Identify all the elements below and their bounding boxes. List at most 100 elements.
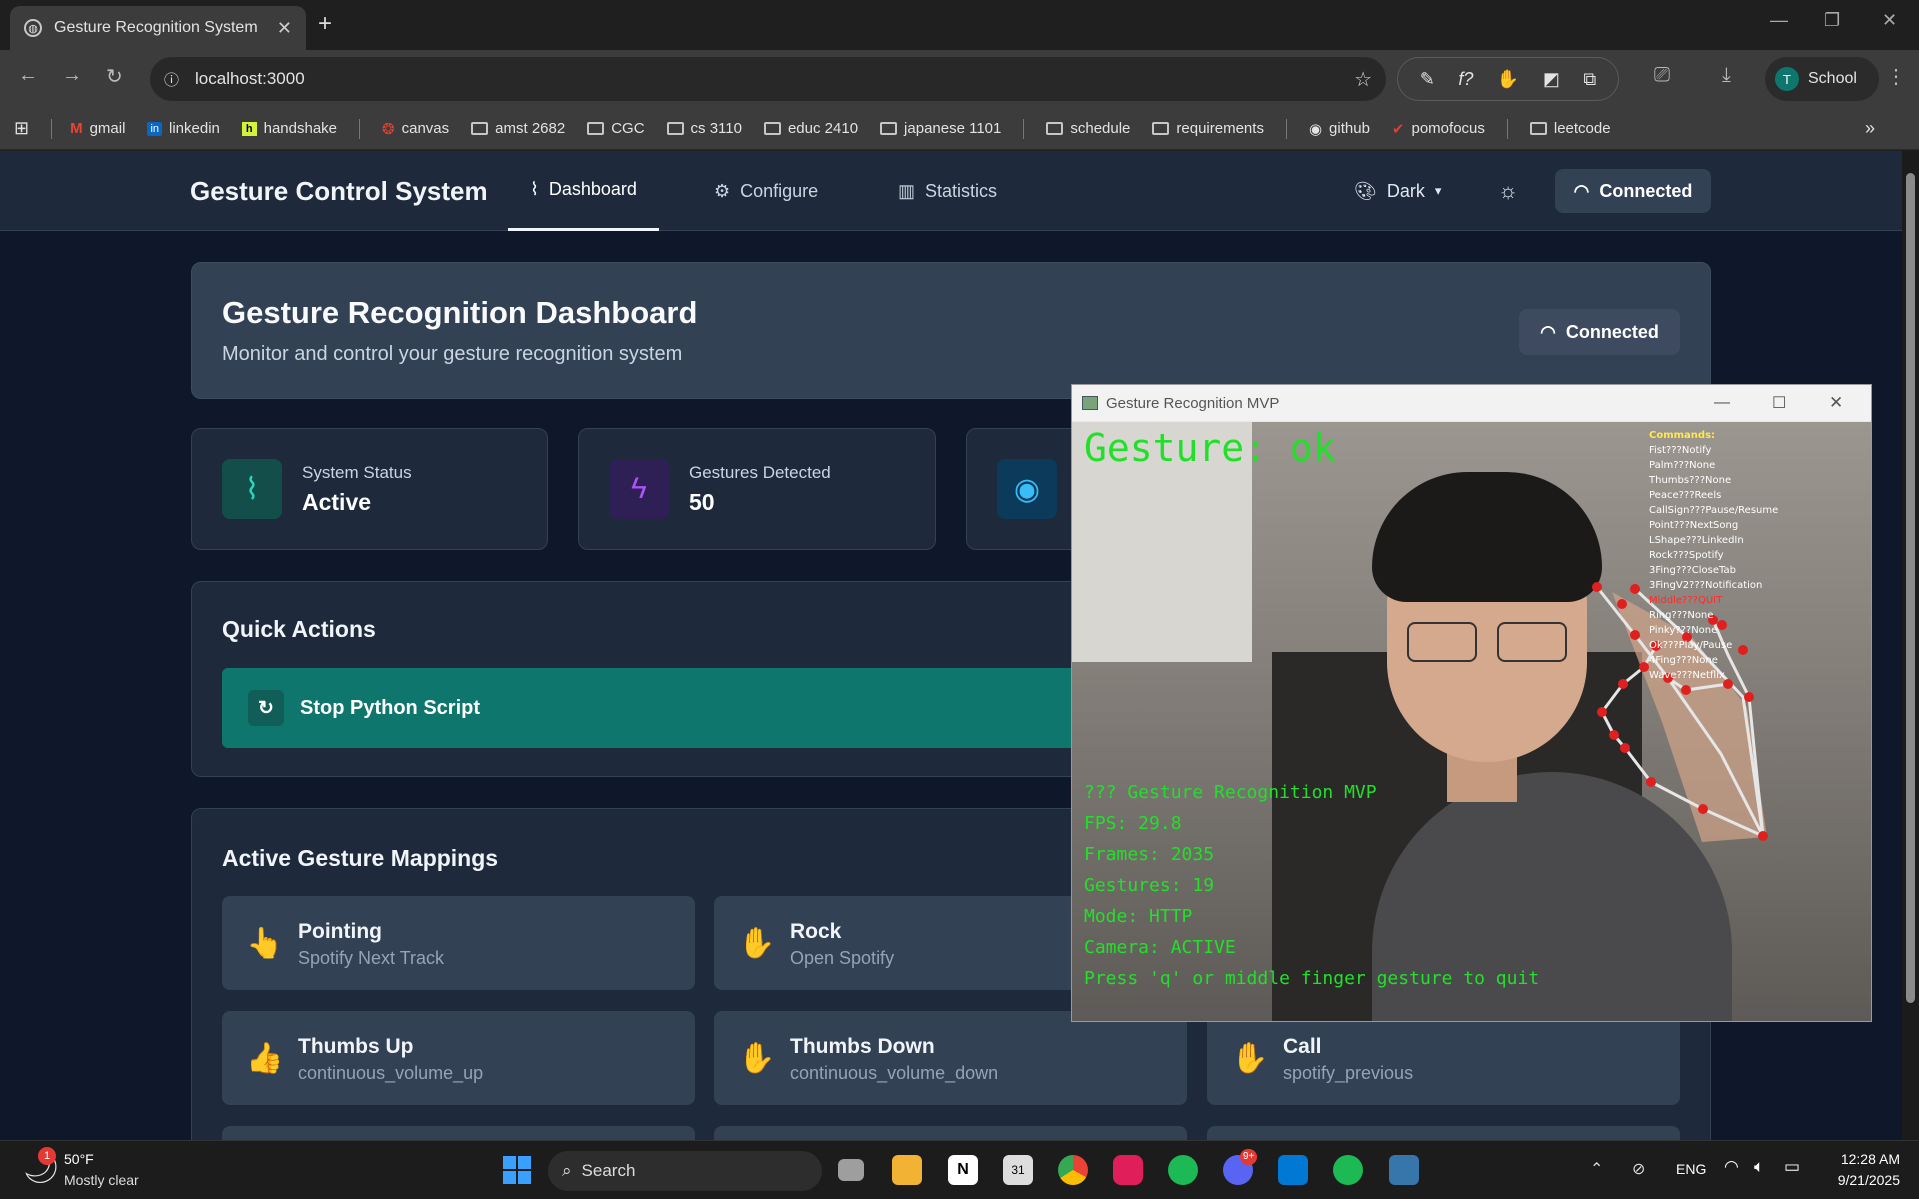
vscode-icon[interactable]	[1278, 1155, 1308, 1185]
scrollbar-thumb[interactable]	[1906, 173, 1915, 1003]
site-info-icon[interactable]: ⓘ	[164, 69, 179, 90]
bookmark-pomofocus[interactable]: ✔ pomofocus	[1392, 120, 1485, 138]
network-off-icon[interactable]: ⊘	[1632, 1159, 1645, 1179]
command-line: 3Fing???CloseTab	[1649, 565, 1736, 576]
mapping-card[interactable]: 👆 Pointing Spotify Next Track	[222, 896, 695, 990]
windows-start-icon[interactable]	[503, 1156, 531, 1184]
python-icon[interactable]	[1389, 1155, 1419, 1185]
bookmark-folder-japanese[interactable]: japanese 1101	[880, 120, 1001, 137]
minimize-button[interactable]: —	[1714, 394, 1730, 412]
slack-icon[interactable]	[1113, 1155, 1143, 1185]
bookmark-folder-educ[interactable]: educ 2410	[763, 120, 858, 137]
page-scrollbar[interactable]	[1902, 151, 1919, 1140]
thumbs-up-icon: 👍	[246, 1042, 284, 1075]
new-tab-button[interactable]: +	[318, 10, 332, 38]
mapping-card[interactable]: ✋ Thumbs Down continuous_volume_down	[714, 1011, 1187, 1105]
chrome-icon[interactable]	[1058, 1155, 1088, 1185]
bookmark-folder-amst[interactable]: amst 2682	[471, 120, 565, 137]
language-indicator[interactable]: ENG	[1676, 1161, 1706, 1177]
clock-time[interactable]: 12:28 AM	[1830, 1151, 1900, 1167]
eye-icon: ◉	[997, 459, 1057, 519]
folder-icon	[1046, 122, 1064, 135]
palette-icon: 🎨︎	[1354, 180, 1377, 201]
command-line: Ring???None	[1649, 610, 1714, 621]
folder-icon	[666, 122, 684, 135]
menu-icon[interactable]: ⋮	[1886, 64, 1906, 89]
mapping-card[interactable]	[1207, 1126, 1680, 1140]
pen-extension-icon[interactable]: ✎	[1420, 69, 1435, 90]
bookmark-github[interactable]: ◉ github	[1309, 120, 1370, 138]
reload-icon[interactable]: ↻	[106, 64, 123, 89]
mapping-card[interactable]: ✋ Call spotify_previous	[1207, 1011, 1680, 1105]
clock-date[interactable]: 9/21/2025	[1820, 1172, 1900, 1188]
bookmark-folder-cgc[interactable]: CGC	[587, 120, 645, 137]
bookmark-star-icon[interactable]: ☆	[1354, 67, 1372, 92]
bookmark-folder-cs[interactable]: cs 3110	[666, 120, 742, 137]
browser-tab[interactable]: ◍ Gesture Recognition System ✕	[10, 6, 306, 50]
apps-grid-icon[interactable]: ⊞	[14, 118, 29, 139]
close-window-button[interactable]: ✕	[1882, 10, 1897, 31]
bookmark-folder-schedule[interactable]: schedule	[1046, 120, 1130, 137]
gear-icon: ⚙	[714, 180, 731, 201]
folder-icon	[1529, 122, 1547, 135]
download-icon[interactable]: ⤓	[1722, 64, 1731, 87]
bookmark-folder-requirements[interactable]: requirements	[1152, 120, 1264, 137]
back-icon[interactable]: ←	[18, 64, 38, 87]
spotify-icon[interactable]	[1168, 1155, 1198, 1185]
minimize-button[interactable]: —	[1770, 10, 1788, 31]
weather-desc[interactable]: Mostly clear	[64, 1172, 139, 1188]
bookmark-linkedin[interactable]: in linkedin	[147, 120, 220, 137]
brand-title: Gesture Control System	[190, 176, 488, 206]
bookmark-folder-leetcode[interactable]: leetcode	[1529, 120, 1611, 137]
slash-extension-icon[interactable]: ◩	[1543, 69, 1560, 90]
notion-icon[interactable]: N	[948, 1155, 978, 1185]
mapping-card[interactable]	[222, 1126, 695, 1140]
tab-configure[interactable]: ⚙ Configure	[714, 151, 818, 231]
spotify-icon[interactable]	[1333, 1155, 1363, 1185]
chevron-up-icon[interactable]: ⌃	[1590, 1159, 1603, 1179]
task-view-icon[interactable]	[838, 1159, 864, 1181]
forward-icon[interactable]: →	[62, 64, 82, 87]
sun-toggle-icon[interactable]: ☼	[1498, 173, 1518, 209]
calendar-icon[interactable]: 31	[1003, 1155, 1033, 1185]
command-line: Thumbs???None	[1649, 475, 1732, 486]
theme-dropdown[interactable]: 🎨︎ Dark ▾	[1354, 173, 1441, 209]
command-line: Wave???Netflix	[1649, 670, 1725, 681]
lightning-icon: ϟ	[609, 459, 669, 519]
page-title: Gesture Recognition Dashboard	[222, 295, 698, 330]
tab-search-icon[interactable]: ⎚	[1654, 64, 1670, 87]
wifi-icon[interactable]: ◠	[1724, 1157, 1739, 1177]
folder-icon	[587, 122, 605, 135]
profile-button[interactable]: T School	[1765, 57, 1879, 101]
camera-titlebar[interactable]: Gesture Recognition MVP — ☐ ✕	[1072, 385, 1871, 421]
close-window-button[interactable]: ✕	[1829, 393, 1843, 413]
file-explorer-icon[interactable]	[892, 1155, 922, 1185]
camera-window[interactable]: Gesture Recognition MVP — ☐ ✕ Gesture: o…	[1071, 384, 1872, 1022]
maximize-button[interactable]: ☐	[1772, 393, 1786, 413]
hand-extension-icon[interactable]: ✋	[1497, 69, 1519, 90]
puzzle-extension-icon[interactable]: ⧉	[1583, 69, 1596, 90]
stat-gestures-detected: ϟ Gestures Detected 50	[578, 428, 936, 550]
close-tab-icon[interactable]: ✕	[277, 18, 292, 39]
weather-temp[interactable]: 50°F	[64, 1151, 94, 1167]
folder-icon	[1152, 122, 1170, 135]
profile-name: School	[1808, 70, 1857, 87]
restore-button[interactable]: ❐	[1824, 10, 1840, 31]
github-icon: ◉	[1308, 120, 1323, 138]
volume-icon[interactable]: 🔈︎	[1754, 1157, 1764, 1177]
bookmark-gmail[interactable]: Mgmail	[70, 120, 125, 137]
tab-dashboard[interactable]: ⌇ Dashboard	[508, 151, 659, 231]
mapping-card[interactable]	[714, 1126, 1187, 1140]
more-bookmarks-icon[interactable]: »	[1865, 118, 1875, 139]
battery-icon[interactable]: ▭	[1784, 1157, 1800, 1177]
taskbar-search[interactable]: ⌕ Search	[548, 1151, 822, 1191]
mapping-name: Thumbs Up	[298, 1035, 414, 1058]
address-bar[interactable]: ⓘ localhost:3000 ☆	[150, 57, 1386, 101]
bar-chart-icon: ▥	[898, 180, 916, 201]
mapping-card[interactable]: 👍 Thumbs Up continuous_volume_up	[222, 1011, 695, 1105]
formula-extension-icon[interactable]: f?	[1458, 69, 1473, 90]
command-line: LShape???LinkedIn	[1649, 535, 1744, 546]
bookmark-canvas[interactable]: ❂ canvas	[382, 120, 449, 138]
bookmark-handshake[interactable]: h handshake	[241, 120, 337, 137]
tab-statistics[interactable]: ▥ Statistics	[898, 151, 997, 231]
